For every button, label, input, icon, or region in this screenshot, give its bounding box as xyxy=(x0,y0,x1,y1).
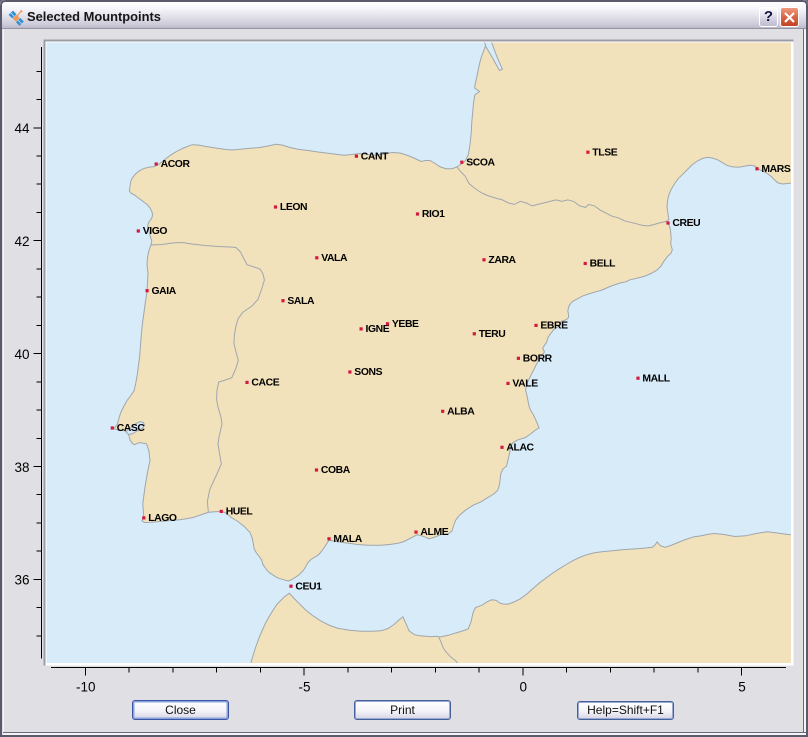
svg-text:TLSE: TLSE xyxy=(592,147,617,158)
svg-text:GAIA: GAIA xyxy=(152,286,177,297)
svg-text:40: 40 xyxy=(14,347,29,362)
svg-text:0: 0 xyxy=(520,679,528,694)
svg-text:ZARA: ZARA xyxy=(488,255,516,266)
svg-text:SCOA: SCOA xyxy=(466,157,495,168)
svg-text:5: 5 xyxy=(738,679,746,694)
svg-text:CANT: CANT xyxy=(361,151,389,162)
svg-text:YEBE: YEBE xyxy=(392,319,419,330)
svg-text:IGNE: IGNE xyxy=(366,324,390,335)
svg-text:CASC: CASC xyxy=(117,423,146,434)
svg-text:MALL: MALL xyxy=(642,373,670,384)
svg-text:EBRE: EBRE xyxy=(540,321,568,332)
svg-text:MARS: MARS xyxy=(761,164,790,175)
svg-text:BORR: BORR xyxy=(523,353,553,364)
svg-text:SONS: SONS xyxy=(354,367,382,378)
svg-text:36: 36 xyxy=(14,573,29,588)
svg-text:MALA: MALA xyxy=(333,534,362,545)
svg-text:CREU: CREU xyxy=(672,218,700,229)
svg-text:CACE: CACE xyxy=(251,378,279,389)
svg-text:38: 38 xyxy=(14,460,29,475)
svg-text:ALME: ALME xyxy=(420,527,448,538)
svg-text:RIO1: RIO1 xyxy=(422,209,445,220)
svg-text:VALE: VALE xyxy=(512,379,538,390)
svg-text:ACOR: ACOR xyxy=(161,159,191,170)
svg-text:-5: -5 xyxy=(298,679,310,694)
svg-text:ALBA: ALBA xyxy=(447,406,475,417)
svg-text:LEON: LEON xyxy=(280,202,307,213)
svg-text:HUEL: HUEL xyxy=(226,507,254,518)
svg-text:42: 42 xyxy=(14,234,29,249)
svg-text:TERU: TERU xyxy=(479,329,506,340)
svg-text:ALAC: ALAC xyxy=(506,442,534,453)
svg-text:CEU1: CEU1 xyxy=(295,581,322,592)
svg-text:COBA: COBA xyxy=(321,465,351,476)
svg-text:VALA: VALA xyxy=(321,253,348,264)
svg-text:-10: -10 xyxy=(76,679,96,694)
svg-text:BELL: BELL xyxy=(590,259,617,270)
svg-text:SALA: SALA xyxy=(287,296,315,307)
svg-text:VIGO: VIGO xyxy=(143,226,168,237)
svg-text:44: 44 xyxy=(14,121,30,136)
svg-text:LAGO: LAGO xyxy=(148,513,177,524)
